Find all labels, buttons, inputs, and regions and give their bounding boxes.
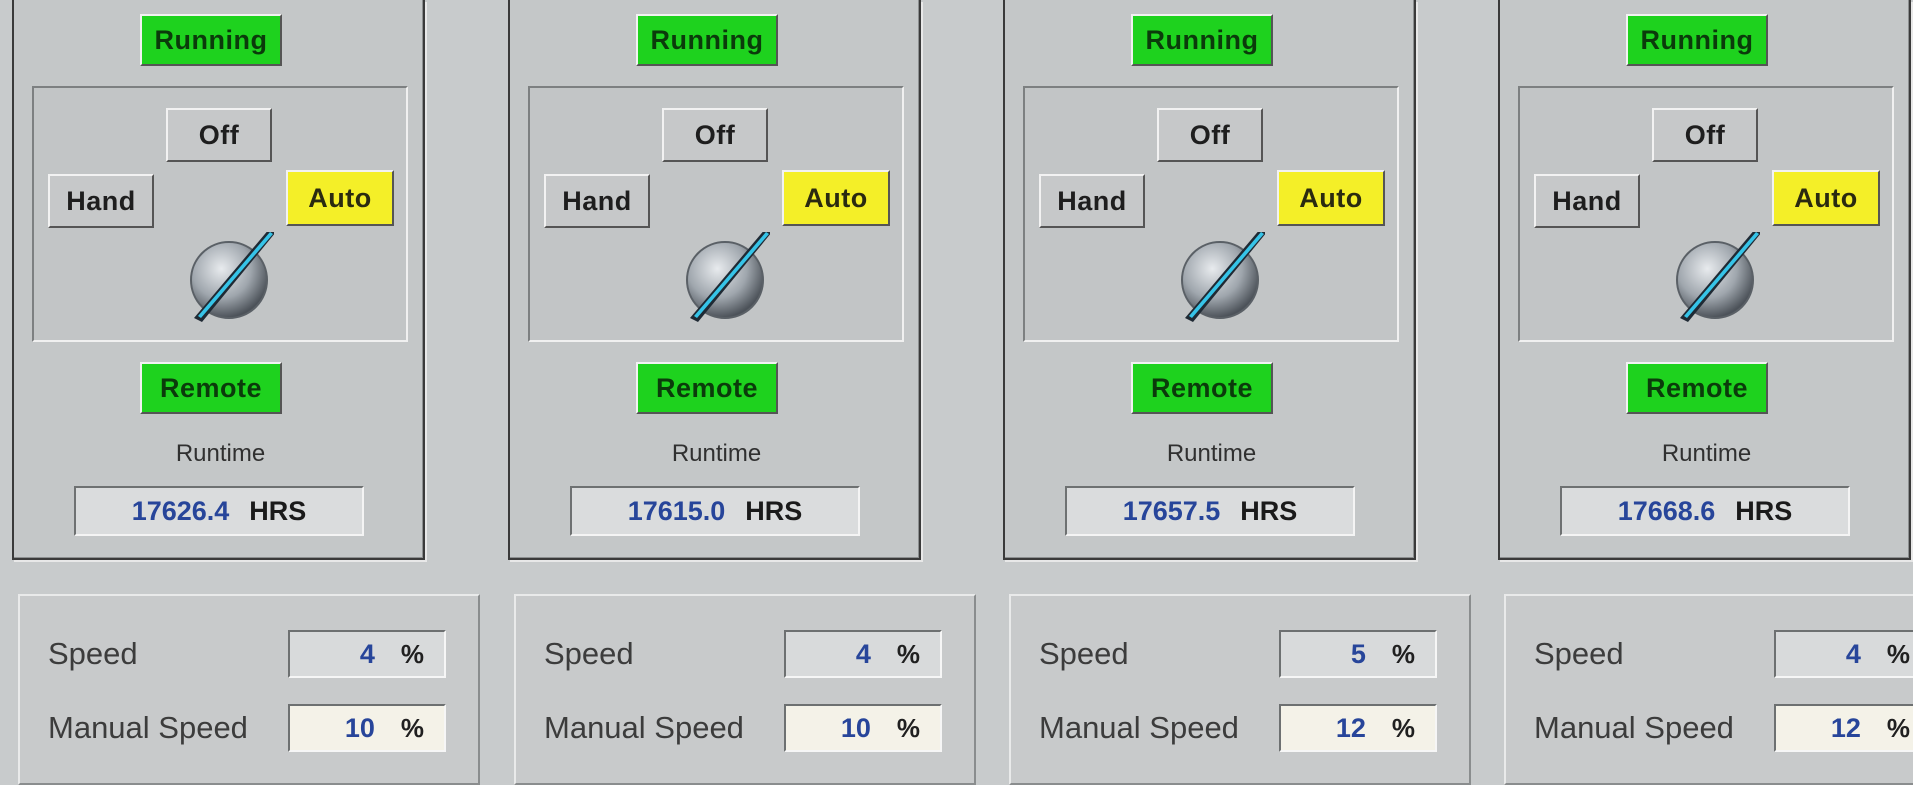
manual-speed-unit: % [1886, 712, 1910, 743]
speed-value: 4 [1845, 638, 1861, 669]
running-status-indicator: Running [1131, 14, 1273, 66]
hand-button[interactable]: Hand [48, 174, 154, 228]
speed-display: 5 % [1279, 630, 1437, 678]
manual-speed-value: 10 [840, 712, 871, 743]
manual-speed-input[interactable]: 10 % [784, 704, 942, 752]
mode-selector-box: Off Hand Auto [1023, 86, 1399, 342]
auto-button[interactable]: Auto [1772, 170, 1880, 226]
remote-status-indicator: Remote [1626, 362, 1768, 414]
runtime-display: 17626.4 HRS [74, 486, 364, 536]
speed-panel: Speed 4 % Manual Speed 12 % [1504, 594, 1913, 785]
manual-speed-input[interactable]: 12 % [1774, 704, 1913, 752]
running-status-indicator: Running [636, 14, 778, 66]
mode-selector-box: Off Hand Auto [32, 86, 408, 342]
runtime-value: 17657.5 [1122, 495, 1221, 526]
control-panel: Running Off Hand Auto Remote Runtime 176… [508, 0, 921, 560]
mode-selector-box: Off Hand Auto [1518, 86, 1894, 342]
manual-speed-label: Manual Speed [48, 710, 248, 745]
hand-button[interactable]: Hand [544, 174, 650, 228]
running-status-indicator: Running [1626, 14, 1768, 66]
manual-speed-label: Manual Speed [1039, 710, 1239, 745]
selector-knob-icon[interactable] [1670, 232, 1760, 322]
speed-panel: Speed 5 % Manual Speed 12 % [1009, 594, 1471, 785]
remote-status-indicator: Remote [636, 362, 778, 414]
manual-speed-value: 12 [1335, 712, 1366, 743]
manual-speed-input[interactable]: 10 % [288, 704, 446, 752]
selector-knob-icon[interactable] [680, 232, 770, 322]
speed-panel: Speed 4 % Manual Speed 10 % [18, 594, 480, 785]
speed-value: 4 [359, 638, 375, 669]
speed-label: Speed [1534, 636, 1624, 671]
auto-button[interactable]: Auto [782, 170, 890, 226]
off-button[interactable]: Off [166, 108, 272, 162]
mode-selector-box: Off Hand Auto [528, 86, 904, 342]
remote-status-indicator: Remote [1131, 362, 1273, 414]
speed-panel: Speed 4 % Manual Speed 10 % [514, 594, 976, 785]
control-panel: Running Off Hand Auto Remote Runtime 176… [1498, 0, 1911, 560]
manual-speed-unit: % [400, 712, 424, 743]
speed-label: Speed [544, 636, 634, 671]
manual-speed-label: Manual Speed [544, 710, 744, 745]
runtime-unit: HRS [249, 495, 307, 526]
control-panel: Running Off Hand Auto Remote Runtime 176… [12, 0, 425, 560]
pump-unit-4: Running Off Hand Auto Remote Runtime 176… [1498, 0, 1913, 785]
off-button[interactable]: Off [662, 108, 768, 162]
runtime-display: 17615.0 HRS [570, 486, 860, 536]
runtime-unit: HRS [745, 495, 803, 526]
auto-button[interactable]: Auto [1277, 170, 1385, 226]
manual-speed-unit: % [896, 712, 920, 743]
manual-speed-value: 10 [344, 712, 375, 743]
runtime-label: Runtime [671, 440, 762, 467]
speed-display: 4 % [288, 630, 446, 678]
selector-knob-icon[interactable] [184, 232, 274, 322]
runtime-label: Runtime [1661, 440, 1752, 467]
runtime-label: Runtime [175, 440, 266, 467]
runtime-display: 17657.5 HRS [1065, 486, 1355, 536]
runtime-unit: HRS [1240, 495, 1298, 526]
manual-speed-label: Manual Speed [1534, 710, 1734, 745]
speed-unit: % [1886, 638, 1910, 669]
speed-label: Speed [1039, 636, 1129, 671]
runtime-label: Runtime [1166, 440, 1257, 467]
speed-unit: % [400, 638, 424, 669]
speed-display: 4 % [784, 630, 942, 678]
off-button[interactable]: Off [1157, 108, 1263, 162]
hand-button[interactable]: Hand [1039, 174, 1145, 228]
pump-unit-3: Running Off Hand Auto Remote Runtime 176… [1003, 0, 1471, 785]
running-status-indicator: Running [140, 14, 282, 66]
off-button[interactable]: Off [1652, 108, 1758, 162]
pump-unit-2: Running Off Hand Auto Remote Runtime 176… [508, 0, 976, 785]
speed-label: Speed [48, 636, 138, 671]
speed-unit: % [896, 638, 920, 669]
manual-speed-value: 12 [1830, 712, 1861, 743]
selector-knob-icon[interactable] [1175, 232, 1265, 322]
manual-speed-unit: % [1391, 712, 1415, 743]
remote-status-indicator: Remote [140, 362, 282, 414]
manual-speed-input[interactable]: 12 % [1279, 704, 1437, 752]
speed-value: 4 [855, 638, 871, 669]
speed-display: 4 % [1774, 630, 1913, 678]
pump-unit-1: Running Off Hand Auto Remote Runtime 176… [12, 0, 480, 785]
runtime-value: 17668.6 [1617, 495, 1716, 526]
runtime-display: 17668.6 HRS [1560, 486, 1850, 536]
control-panel: Running Off Hand Auto Remote Runtime 176… [1003, 0, 1416, 560]
speed-unit: % [1391, 638, 1415, 669]
auto-button[interactable]: Auto [286, 170, 394, 226]
hand-button[interactable]: Hand [1534, 174, 1640, 228]
runtime-unit: HRS [1735, 495, 1793, 526]
runtime-value: 17615.0 [627, 495, 726, 526]
runtime-value: 17626.4 [131, 495, 230, 526]
speed-value: 5 [1350, 638, 1366, 669]
